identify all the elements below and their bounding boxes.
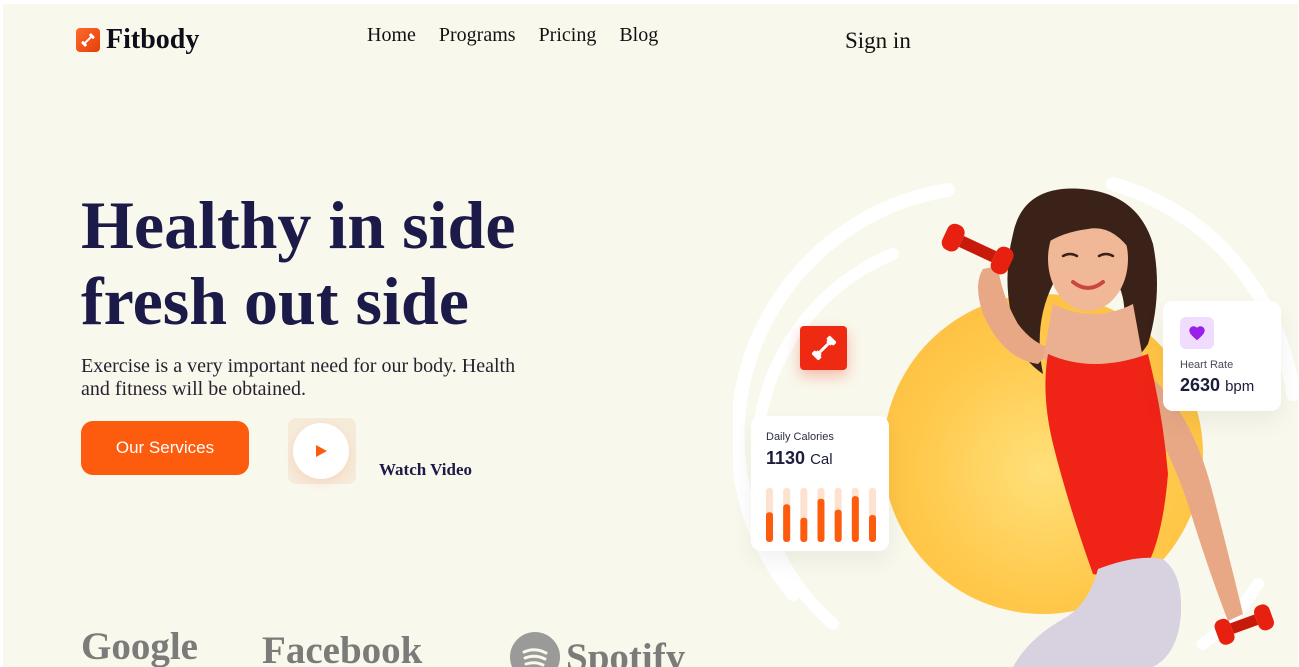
partner-spotify-name: Spotify bbox=[566, 635, 686, 667]
brand-name: Fitbody bbox=[106, 24, 200, 55]
calories-unit: Cal bbox=[810, 451, 833, 468]
nav-home[interactable]: Home bbox=[367, 24, 416, 47]
calorie-bar bbox=[817, 498, 825, 542]
calorie-bar bbox=[800, 517, 808, 542]
partner-spotify-logo: Spotify bbox=[510, 632, 685, 667]
heart-rate-card: Heart Rate 2630 bpm bbox=[1163, 301, 1281, 411]
our-services-button[interactable]: Our Services bbox=[81, 421, 249, 475]
calorie-bar bbox=[834, 509, 842, 542]
sign-in-link[interactable]: Sign in bbox=[845, 28, 911, 54]
calories-number: 1130 bbox=[766, 448, 806, 468]
watch-video-link[interactable]: Watch Video bbox=[379, 460, 472, 480]
calories-bar-chart bbox=[766, 488, 876, 542]
heart-rate-value: 2630 bpm bbox=[1180, 375, 1254, 396]
brand-logo[interactable]: Fitbody bbox=[76, 24, 199, 56]
heart-rate-number: 2630 bbox=[1180, 375, 1221, 395]
play-icon bbox=[316, 445, 327, 457]
heart-icon bbox=[1180, 317, 1214, 349]
partner-google-logo: Google bbox=[81, 625, 198, 667]
calorie-bar bbox=[766, 512, 773, 542]
spotify-icon bbox=[510, 632, 560, 667]
calorie-bar bbox=[783, 504, 791, 542]
heart-rate-unit: bpm bbox=[1225, 378, 1255, 395]
calories-value: 1130 Cal bbox=[766, 448, 833, 469]
hero-illustration: Daily Calories 1130 Cal Heart Rate 2630 … bbox=[733, 154, 1298, 667]
nav-programs[interactable]: Programs bbox=[439, 24, 516, 47]
partner-facebook-logo: Facebook bbox=[262, 629, 423, 667]
hero-title-line-2: fresh out side bbox=[81, 263, 469, 339]
play-button-wrapper bbox=[288, 418, 356, 484]
dumbbell-icon bbox=[811, 335, 836, 361]
calorie-bar bbox=[869, 515, 876, 542]
dumbbell-icon bbox=[76, 28, 100, 52]
landing-page: Fitbody Home Programs Pricing Blog Sign … bbox=[3, 4, 1298, 667]
hero-title: Healthy in side fresh out side bbox=[81, 187, 516, 339]
daily-calories-card: Daily Calories 1130 Cal bbox=[751, 416, 889, 551]
calorie-bar bbox=[851, 496, 859, 542]
dumbbell-badge bbox=[800, 326, 847, 370]
nav-blog[interactable]: Blog bbox=[619, 24, 658, 47]
heart-rate-label: Heart Rate bbox=[1180, 359, 1234, 371]
hero-description: Exercise is a very important need for ou… bbox=[81, 355, 516, 400]
calories-label: Daily Calories bbox=[766, 431, 834, 443]
main-nav: Home Programs Pricing Blog bbox=[367, 24, 658, 47]
play-video-button[interactable] bbox=[293, 423, 349, 479]
hero-title-line-1: Healthy in side bbox=[81, 187, 516, 263]
nav-pricing[interactable]: Pricing bbox=[539, 24, 597, 47]
athlete-image bbox=[941, 188, 1275, 667]
